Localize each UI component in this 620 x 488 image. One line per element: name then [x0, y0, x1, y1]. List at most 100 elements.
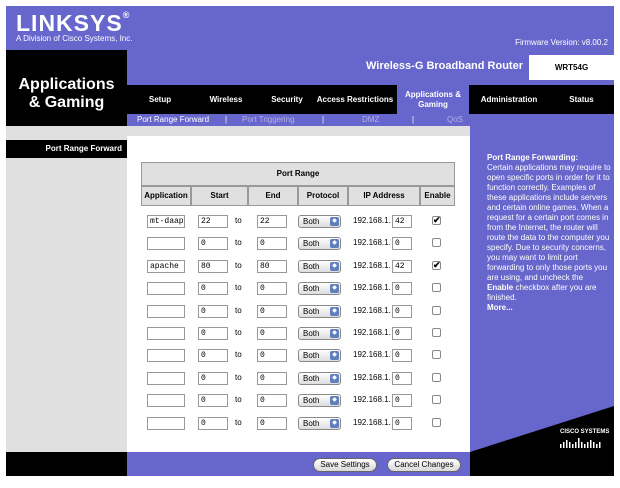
start-port-input[interactable]: 0 [198, 349, 228, 363]
product-bar: Wireless-G Broadband Router WRT54G [127, 50, 614, 85]
enable-checkbox[interactable] [432, 350, 441, 360]
ip-last-octet-input[interactable]: 0 [392, 416, 412, 430]
end-port-input[interactable]: 0 [257, 394, 287, 408]
enable-checkbox[interactable] [432, 328, 441, 337]
tab-status[interactable]: Status [549, 85, 614, 114]
ip-last-octet-input[interactable]: 0 [392, 237, 412, 251]
port-range-table: Port Range Application Start End Protoco… [127, 136, 470, 452]
protocol-select[interactable]: Both ◆ [298, 349, 341, 363]
start-port-input[interactable]: 0 [198, 304, 228, 318]
more-link[interactable]: More... [487, 303, 513, 312]
section-title: Applications & Gaming [6, 50, 127, 126]
ip-last-octet-input[interactable]: 42 [392, 215, 412, 228]
main-tabs: Setup Wireless Security Access Restricti… [127, 85, 614, 114]
tab-applications-gaming[interactable]: Applications & Gaming [397, 85, 469, 114]
application-name-input[interactable] [147, 349, 185, 363]
cisco-logo-icon [560, 438, 601, 448]
start-port-input[interactable]: 0 [198, 416, 228, 430]
tab-administration[interactable]: Administration [469, 85, 549, 114]
subtab-qos[interactable]: QoS [447, 114, 463, 126]
tab-setup[interactable]: Setup [127, 85, 193, 114]
application-name-input[interactable] [147, 237, 185, 251]
tab-wireless[interactable]: Wireless [193, 85, 259, 114]
tab-access-restrictions[interactable]: Access Restrictions [315, 85, 395, 114]
select-arrow-icon: ◆ [330, 284, 339, 294]
select-arrow-icon: ◆ [330, 217, 339, 226]
protocol-select[interactable]: Both ◆ [298, 371, 341, 385]
select-arrow-icon: ◆ [330, 239, 339, 249]
application-name-input[interactable] [147, 394, 185, 408]
protocol-select[interactable]: Both ◆ [298, 259, 341, 273]
ip-last-octet-input[interactable]: 0 [392, 394, 412, 408]
cancel-changes-button[interactable]: Cancel Changes [387, 458, 461, 472]
footer-bar: Save Settings Cancel Changes [6, 452, 614, 476]
protocol-select[interactable]: Both ◆ [298, 237, 341, 251]
select-arrow-icon: ◆ [330, 261, 339, 271]
ip-prefix-label: 192.168.1. [353, 260, 391, 270]
end-port-input[interactable]: 0 [257, 327, 287, 340]
application-name-input[interactable] [147, 416, 185, 430]
application-name-input[interactable] [147, 304, 185, 318]
enable-checkbox[interactable] [432, 395, 441, 405]
tab-security[interactable]: Security [259, 85, 315, 114]
application-name-input[interactable]: mt-daap [147, 215, 185, 228]
end-port-input[interactable]: 0 [257, 304, 287, 318]
port-range-header: Port Range [141, 162, 455, 186]
enable-checkbox[interactable] [432, 305, 441, 315]
help-panel: Port Range Forwarding: Certain applicati… [470, 136, 614, 452]
save-settings-button[interactable]: Save Settings [313, 458, 377, 472]
end-port-input[interactable]: 0 [257, 416, 287, 430]
protocol-select[interactable]: Both ◆ [298, 416, 341, 430]
start-port-input[interactable]: 80 [198, 259, 228, 273]
enable-checkbox[interactable] [432, 238, 441, 248]
protocol-select[interactable]: Both ◆ [298, 327, 341, 340]
end-port-input[interactable]: 0 [257, 371, 287, 385]
start-port-input[interactable]: 0 [198, 371, 228, 385]
application-name-input[interactable] [147, 327, 185, 340]
ip-last-octet-input[interactable]: 0 [392, 371, 412, 385]
end-port-input[interactable]: 0 [257, 349, 287, 363]
help-title: Port Range Forwarding: [487, 153, 579, 162]
select-arrow-icon: ◆ [330, 351, 339, 361]
end-port-input[interactable]: 80 [257, 259, 287, 273]
ip-last-octet-input[interactable]: 0 [392, 327, 412, 340]
enable-checkbox[interactable]: ✔ [432, 260, 441, 270]
ip-prefix-label: 192.168.1. [353, 305, 391, 315]
brand-subtitle: A Division of Cisco Systems, Inc. [16, 34, 133, 43]
left-panel: Port Range Forward [6, 136, 127, 452]
ip-last-octet-input[interactable]: 0 [392, 304, 412, 318]
application-name-input[interactable] [147, 371, 185, 385]
product-name: Wireless-G Broadband Router [366, 60, 523, 72]
end-port-input[interactable]: 22 [257, 215, 287, 228]
select-arrow-icon: ◆ [330, 329, 339, 338]
application-name-input[interactable]: apache [147, 259, 185, 273]
protocol-select[interactable]: Both ◆ [298, 215, 341, 228]
to-label: to [235, 417, 242, 427]
start-port-input[interactable]: 0 [198, 237, 228, 251]
start-port-input[interactable]: 0 [198, 327, 228, 340]
select-arrow-icon: ◆ [330, 396, 339, 406]
application-name-input[interactable] [147, 282, 185, 296]
protocol-select[interactable]: Both ◆ [298, 394, 341, 408]
subtab-port-triggering[interactable]: Port Triggering [242, 114, 294, 126]
end-port-input[interactable]: 0 [257, 237, 287, 251]
start-port-input[interactable]: 0 [198, 282, 228, 296]
subtab-port-range-forward[interactable]: Port Range Forward [137, 114, 209, 126]
enable-checkbox[interactable] [432, 372, 441, 382]
sub-tabs: Port Range Forward | Port Triggering | D… [127, 114, 614, 126]
end-port-input[interactable]: 0 [257, 282, 287, 296]
protocol-select[interactable]: Both ◆ [298, 304, 341, 318]
ip-last-octet-input[interactable]: 0 [392, 349, 412, 363]
start-port-input[interactable]: 0 [198, 394, 228, 408]
start-port-input[interactable]: 22 [198, 215, 228, 228]
to-label: to [235, 216, 242, 225]
subtab-dmz[interactable]: DMZ [362, 114, 379, 126]
select-arrow-icon: ◆ [330, 418, 339, 428]
ip-last-octet-input[interactable]: 0 [392, 282, 412, 296]
firmware-version: Firmware Version: v8.00.2 [515, 38, 608, 47]
protocol-select[interactable]: Both ◆ [298, 282, 341, 296]
enable-checkbox[interactable] [432, 417, 441, 427]
ip-last-octet-input[interactable]: 42 [392, 259, 412, 273]
enable-checkbox[interactable] [432, 283, 441, 293]
enable-checkbox[interactable]: ✔ [432, 216, 441, 225]
